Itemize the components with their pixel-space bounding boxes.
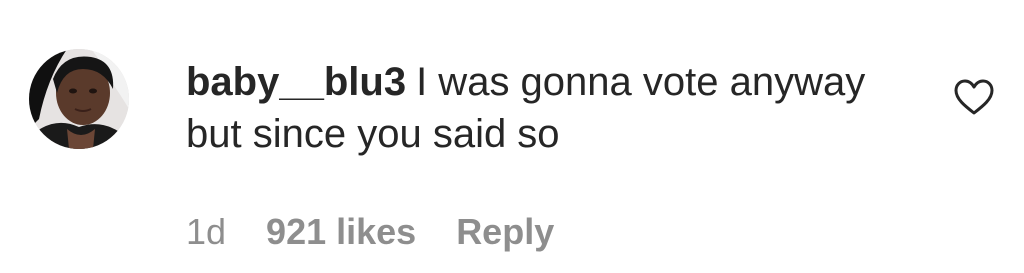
likes-count[interactable]: 921 likes <box>266 211 416 253</box>
comment-meta: 1d 921 likes Reply <box>186 210 554 254</box>
comment-timestamp: 1d <box>186 211 227 252</box>
comment: baby__blu3 I was gonna vote anyway but si… <box>0 0 1024 273</box>
reply-button[interactable]: Reply <box>456 211 554 253</box>
like-button[interactable] <box>953 78 995 116</box>
comment-username[interactable]: baby__blu3 <box>186 60 406 104</box>
avatar-image <box>29 49 129 149</box>
avatar[interactable] <box>29 49 129 149</box>
heart-outline-icon <box>954 79 994 115</box>
comment-body: baby__blu3 I was gonna vote anyway but si… <box>186 56 906 160</box>
